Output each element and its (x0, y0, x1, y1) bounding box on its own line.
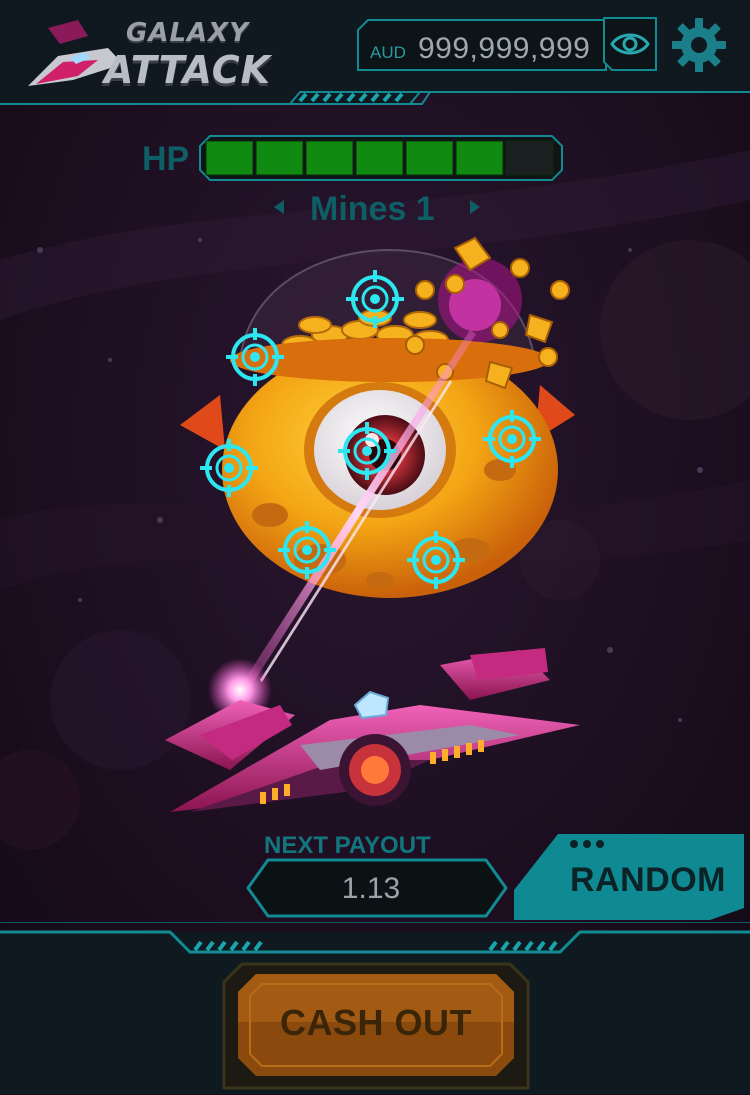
target-crosshair-2[interactable] (224, 326, 286, 388)
hp-label: HP (142, 140, 190, 178)
settings-button[interactable] (668, 14, 730, 76)
balance-currency: AUD (370, 43, 406, 62)
mines-count-label: Mines 1 (310, 190, 435, 228)
game-screen: GALAXY ATTACK AUD 999,999,999 HP Mines 1… (0, 0, 750, 1094)
mines-selector: Mines 1 (260, 186, 490, 230)
crosshair-icon (338, 422, 396, 480)
balance-display: AUD 999,999,999 (358, 22, 602, 68)
next-payout-value: 1.13 (341, 872, 401, 905)
target-crosshair-7[interactable] (405, 529, 467, 591)
crosshair-icon (483, 410, 541, 468)
target-crosshair-3[interactable] (336, 420, 398, 482)
eye-icon (603, 17, 657, 71)
next-payout-label: NEXT PAYOUT (264, 832, 431, 859)
target-crosshair-5[interactable] (198, 437, 260, 499)
top-bar: GALAXY ATTACK AUD 999,999,999 (0, 0, 750, 108)
hp-segment (455, 140, 504, 176)
target-crosshair-6[interactable] (276, 519, 338, 581)
hp-segment (355, 140, 404, 176)
target-crosshair-1[interactable] (344, 268, 406, 330)
hp-bar (199, 135, 563, 181)
balance-amount: 999,999,999 (418, 32, 591, 65)
hp-segment (255, 140, 304, 176)
cash-out-label: CASH OUT (280, 1002, 472, 1043)
logo-title-line1: GALAXY (126, 18, 250, 48)
crosshair-icon (200, 439, 258, 497)
hp-segment (405, 140, 454, 176)
mines-decrease-button[interactable] (268, 196, 288, 218)
hp-segment (305, 140, 354, 176)
hp-segment (505, 140, 554, 176)
random-button-label: RANDOM (570, 861, 726, 899)
mines-increase-button[interactable] (466, 196, 486, 218)
crosshair-icon (226, 328, 284, 386)
gear-icon (672, 18, 726, 72)
logo-title-line2: ATTACK (104, 48, 272, 92)
crosshair-icon (407, 531, 465, 589)
crosshair-icon (278, 521, 336, 579)
crosshair-icon (346, 270, 404, 328)
triangle-right-icon (470, 200, 480, 214)
target-crosshair-4[interactable] (481, 408, 543, 470)
triangle-left-icon (274, 200, 284, 214)
toggle-balance-visibility-button[interactable] (602, 16, 658, 72)
hp-segment (205, 140, 254, 176)
